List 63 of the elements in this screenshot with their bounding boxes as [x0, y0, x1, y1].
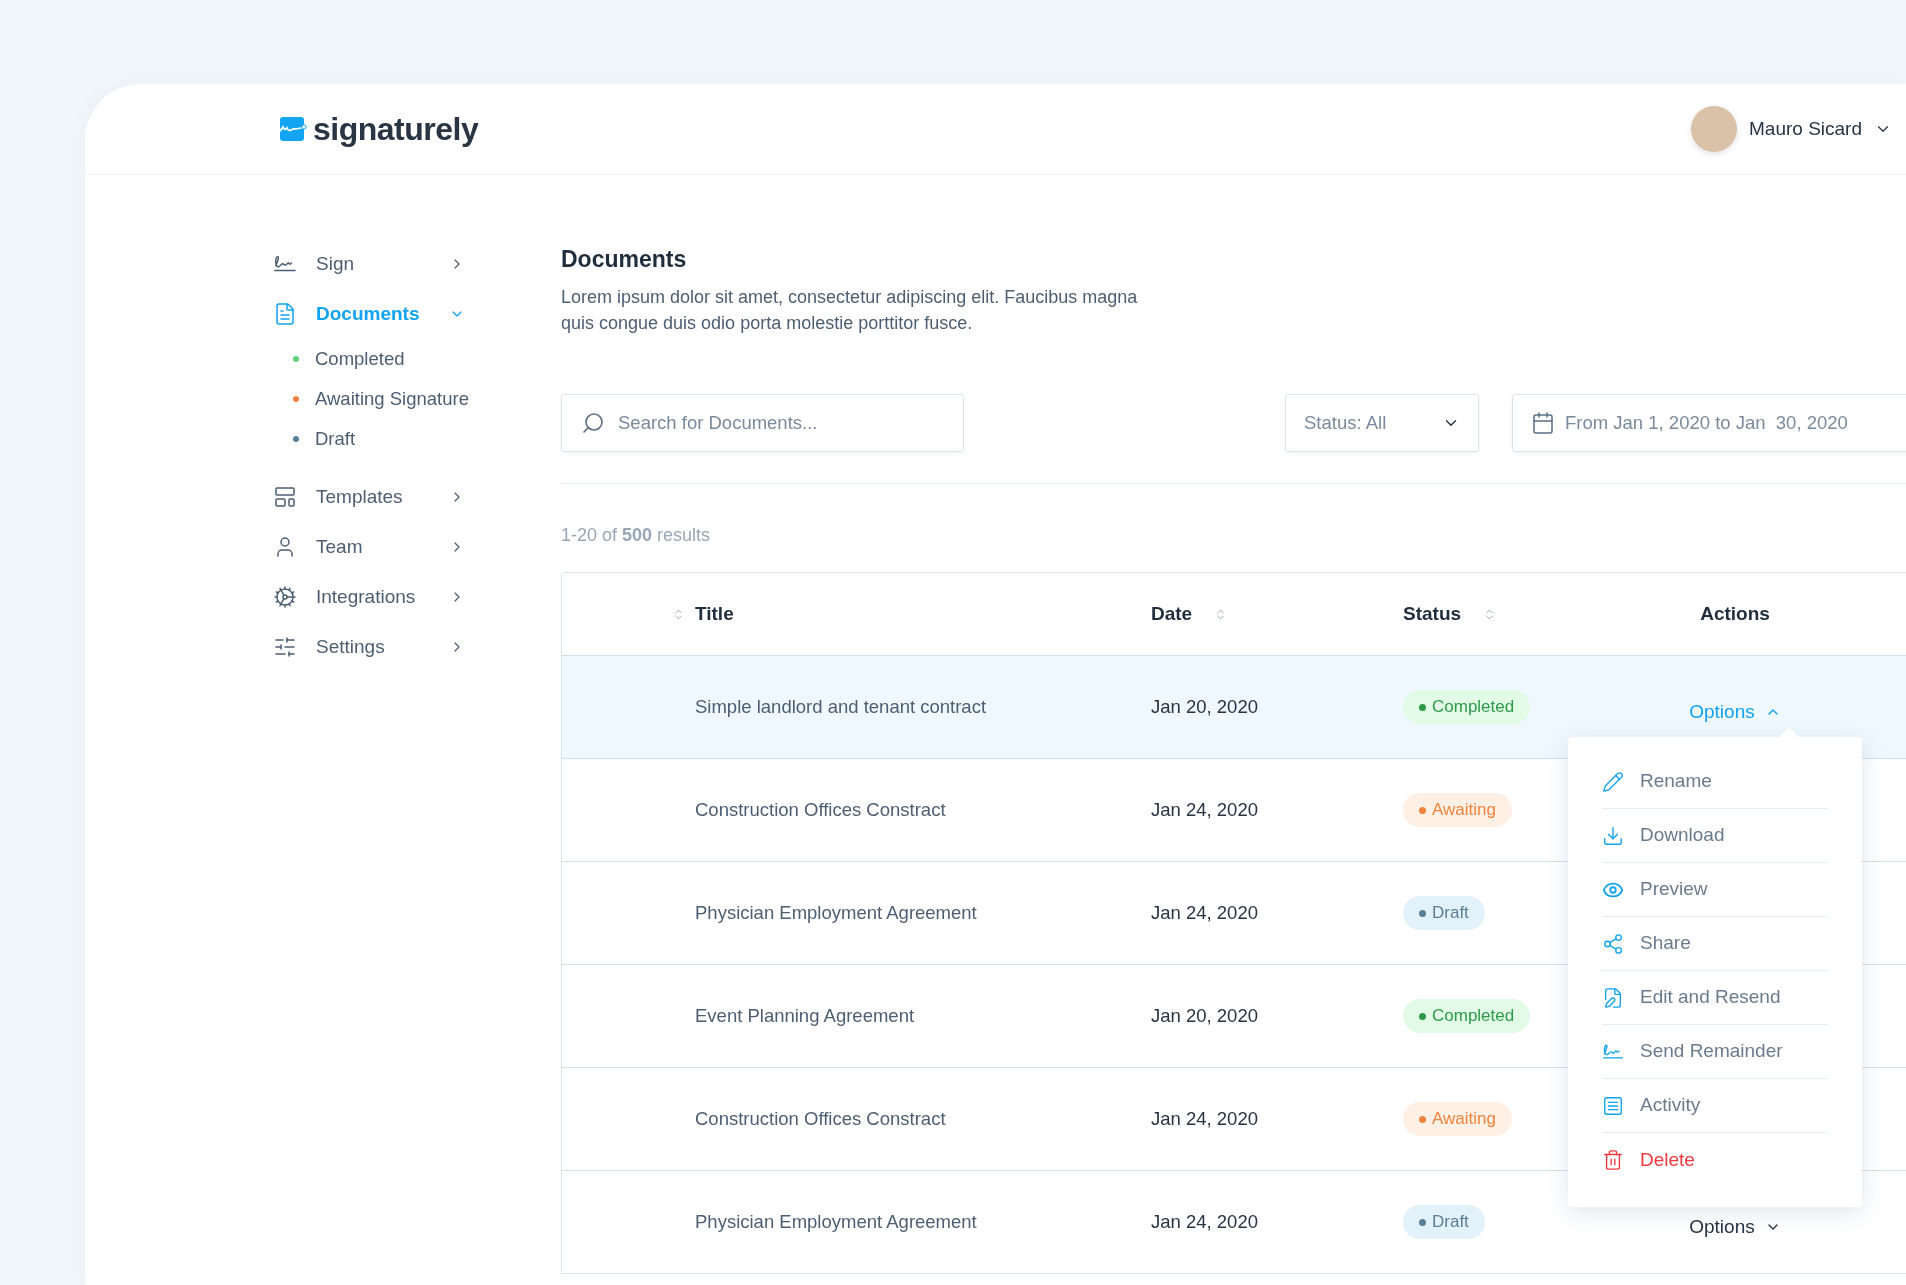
column-header[interactable]: Title [672, 599, 734, 629]
user-menu[interactable]: Mauro Sicard [1691, 106, 1892, 152]
document-pen-icon [1602, 986, 1624, 1009]
menu-item[interactable]: Preview [1602, 863, 1828, 917]
sidebar-item[interactable]: Integrations [273, 572, 465, 622]
status-badge: Completed [1403, 690, 1531, 724]
table-cell: Simple landlord and tenant contract [695, 696, 987, 718]
column-header: Actions [1700, 601, 1770, 626]
table-cell: Jan 24, 2020 [1151, 902, 1258, 924]
avatar [1691, 106, 1737, 152]
gear-icon [273, 585, 297, 609]
calendar-icon [1531, 411, 1555, 435]
download-icon [1602, 824, 1624, 847]
sidebar-item[interactable]: Team [273, 522, 465, 572]
status-badge: Awaiting [1403, 1102, 1512, 1136]
menu-item[interactable]: Edit and Resend [1602, 971, 1828, 1025]
page-description: Lorem ipsum dolor sit amet, consectetur adipiscing elit. Faucibus magna quis congue duis odio porta molestie porttitor fusce. [561, 286, 1139, 335]
table-cell: Jan 20, 2020 [1151, 696, 1258, 718]
search-icon [581, 411, 605, 435]
trash-icon [1602, 1149, 1624, 1171]
sidebar-subitem[interactable]: Draft [273, 419, 356, 459]
table-cell: Jan 20, 2020 [1151, 1005, 1258, 1027]
document-icon [273, 302, 297, 326]
page-title: Documents [561, 245, 688, 274]
menu-item[interactable]: Rename [1602, 755, 1828, 809]
pencil-icon [1602, 770, 1624, 793]
list-icon [1602, 1094, 1624, 1117]
table-cell: Physician Employment Agreement [695, 1211, 977, 1233]
search-field[interactable]: Search for Documents... [561, 394, 964, 452]
status-badge: Awaiting [1403, 793, 1512, 827]
date-range-select[interactable]: From Jan 1, 2020 to Jan 30, 2020 [1512, 394, 1906, 452]
sidebar-subitem[interactable]: Completed [273, 339, 405, 379]
table-cell: Jan 24, 2020 [1151, 1108, 1258, 1130]
table-cell: Jan 24, 2020 [1151, 1211, 1258, 1233]
table-cell: Jan 24, 2020 [1151, 799, 1258, 821]
logo-icon [277, 116, 307, 142]
table-cell: Construction Offices Constract [695, 799, 946, 821]
status-badge: Completed [1403, 999, 1531, 1033]
brand-name: signaturely [313, 110, 479, 149]
status-badge: Draft [1403, 896, 1485, 930]
menu-item[interactable]: Activity [1602, 1079, 1828, 1133]
sidebar-item[interactable]: Settings [273, 622, 465, 672]
sidebar-subitem[interactable]: Awaiting Signature [273, 379, 469, 419]
column-header[interactable]: Date [1151, 599, 1228, 629]
table-cell: Physician Employment Agreement [695, 902, 977, 924]
share-icon [1602, 932, 1624, 955]
settings-icon [273, 635, 297, 659]
table-cell: Construction Offices Constract [695, 1108, 946, 1130]
status-select[interactable]: Status: All [1285, 394, 1479, 452]
table-row[interactable]: Physician Employment Agreement Jan 24, 2020 Draft Options [562, 1170, 1906, 1273]
sidebar-item[interactable]: Templates [273, 472, 465, 522]
menu-item[interactable]: Send Remainder [1602, 1025, 1828, 1079]
sidebar-item[interactable]: Sign [273, 239, 465, 289]
menu-item[interactable]: Share [1602, 917, 1828, 971]
status-badge: Draft [1403, 1205, 1485, 1239]
table-row[interactable]: Simple landlord and tenant contract Jan 20, 2020 Completed Options [562, 655, 1906, 758]
options-button[interactable]: Options [1689, 1212, 1781, 1242]
template-icon [273, 485, 297, 509]
menu-item[interactable]: Download [1602, 809, 1828, 863]
table-cell: Event Planning Agreement [695, 1005, 915, 1027]
results-count: 1-20 of 500 results [561, 524, 712, 546]
column-header[interactable]: Status [1403, 599, 1497, 629]
sort-icon [672, 607, 685, 621]
